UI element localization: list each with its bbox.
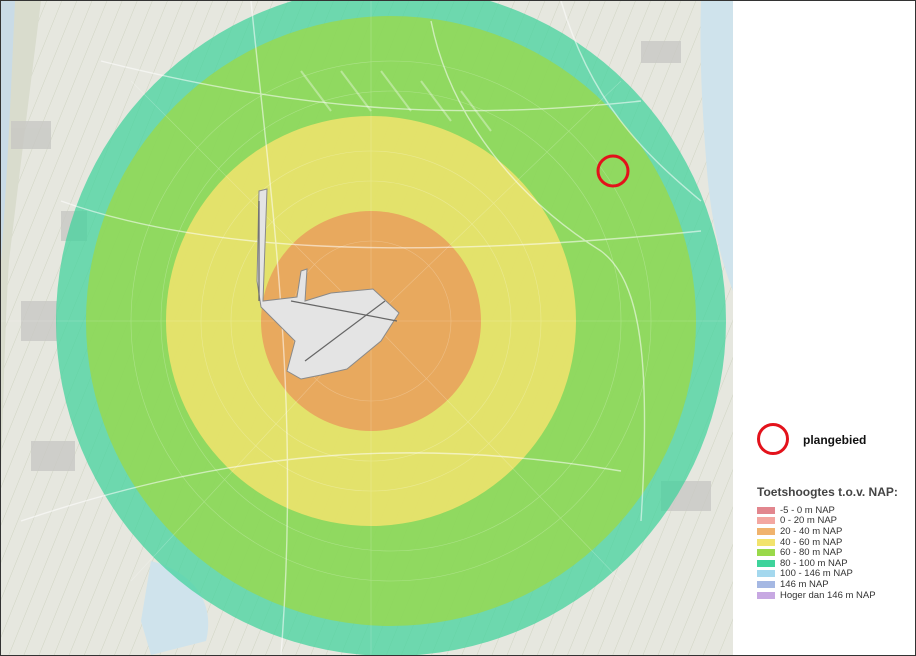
figure-frame: plangebied Toetshoogtes t.o.v. NAP: -5 -… bbox=[0, 0, 916, 656]
legend-item: Hoger dan 146 m NAP bbox=[757, 590, 911, 601]
height-zone-map bbox=[1, 1, 733, 655]
legend-title: Toetshoogtes t.o.v. NAP: bbox=[757, 485, 898, 499]
legend-label: Hoger dan 146 m NAP bbox=[780, 589, 876, 601]
legend-rows: -5 - 0 m NAP 0 - 20 m NAP 20 - 40 m NAP 40 … bbox=[757, 505, 911, 601]
legend-label: 146 m NAP bbox=[780, 578, 829, 590]
plan-area-legend: plangebied bbox=[757, 423, 907, 459]
plan-area-ring-symbol bbox=[757, 423, 789, 455]
legend-label: 20 - 40 m NAP bbox=[780, 525, 843, 537]
legend-swatch bbox=[757, 570, 775, 578]
legend-swatch bbox=[757, 517, 775, 525]
legend-item: 146 m NAP bbox=[757, 579, 911, 590]
legend-item: -5 - 0 m NAP bbox=[757, 505, 911, 516]
legend-item: 60 - 80 m NAP bbox=[757, 547, 911, 558]
height-legend: Toetshoogtes t.o.v. NAP: -5 - 0 m NAP 0 -… bbox=[757, 485, 911, 601]
legend-label: 100 - 146 m NAP bbox=[780, 568, 853, 580]
legend-label: 80 - 100 m NAP bbox=[780, 557, 848, 569]
legend-label: 40 - 60 m NAP bbox=[780, 536, 843, 548]
legend-item: 0 - 20 m NAP bbox=[757, 515, 911, 527]
legend-label: 60 - 80 m NAP bbox=[780, 547, 843, 559]
legend-label: -5 - 0 m NAP bbox=[780, 504, 835, 516]
legend-swatch bbox=[757, 506, 775, 514]
legend-swatch bbox=[757, 538, 775, 546]
plan-area-label: plangebied bbox=[803, 433, 867, 447]
legend-swatch bbox=[757, 559, 775, 567]
legend-item: 40 - 60 m NAP bbox=[757, 537, 911, 548]
legend-item: 20 - 40 m NAP bbox=[757, 526, 911, 537]
legend-item: 80 - 100 m NAP bbox=[757, 558, 911, 569]
legend-item: 100 - 146 m NAP bbox=[757, 568, 911, 580]
legend-swatch bbox=[757, 527, 775, 535]
legend-swatch bbox=[757, 549, 775, 557]
legend-swatch bbox=[757, 591, 775, 599]
legend-swatch bbox=[757, 580, 775, 588]
legend-label: 0 - 20 m NAP bbox=[780, 515, 838, 527]
